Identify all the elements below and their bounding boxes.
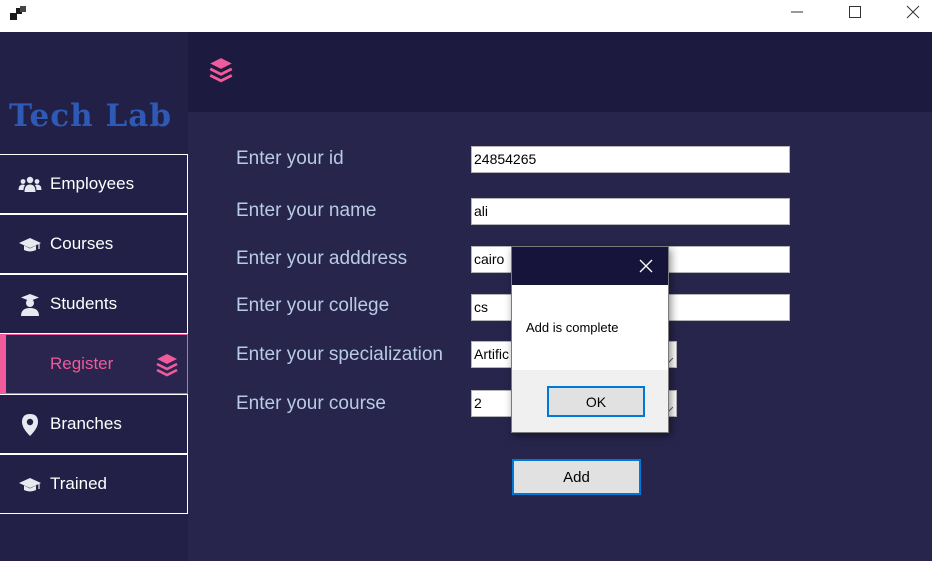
sidebar-item-trained[interactable]: Trained xyxy=(0,454,188,514)
name-input[interactable]: ali xyxy=(471,198,790,225)
sidebar-item-label: Register xyxy=(50,354,114,373)
sidebar-item-branches[interactable]: Branches xyxy=(0,394,188,454)
active-indicator xyxy=(0,335,6,393)
sidebar: Tech Lab Employees Courses Students Regi… xyxy=(0,32,188,561)
ok-button[interactable]: OK xyxy=(547,386,645,417)
dialog-title-bar xyxy=(512,247,668,285)
close-icon[interactable] xyxy=(638,258,654,274)
sidebar-item-label: Employees xyxy=(50,174,135,193)
sidebar-item-courses[interactable]: Courses xyxy=(0,214,188,274)
graduation-cap-icon xyxy=(18,473,42,497)
minimize-icon xyxy=(791,5,803,23)
course-value: 2 xyxy=(474,395,482,411)
sidebar-item-label: Students xyxy=(50,294,118,313)
student-icon xyxy=(18,293,42,317)
message-dialog: Add is complete OK xyxy=(511,246,669,433)
app-logo: Tech Lab xyxy=(9,98,172,134)
id-input[interactable]: 24854265 xyxy=(471,146,790,173)
dialog-body: Add is complete xyxy=(512,285,668,370)
course-label: Enter your course xyxy=(236,393,386,414)
address-label: Enter your adddress xyxy=(236,248,408,269)
location-pin-icon xyxy=(18,413,42,437)
sidebar-item-label: Trained xyxy=(50,474,108,493)
graduation-cap-icon xyxy=(18,233,42,257)
sidebar-item-label: Courses xyxy=(50,234,114,253)
dialog-message: Add is complete xyxy=(526,320,619,335)
layers-icon xyxy=(208,56,234,84)
title-bar xyxy=(0,0,932,32)
people-icon xyxy=(18,173,42,197)
name-label: Enter your name xyxy=(236,200,377,221)
college-label: Enter your college xyxy=(236,295,390,316)
maximize-icon xyxy=(849,5,861,23)
header-bar xyxy=(188,32,932,112)
specialization-value: Artific xyxy=(474,346,509,362)
layers-icon xyxy=(155,352,179,378)
specialization-label: Enter your specialization xyxy=(236,344,443,365)
sidebar-item-label: Branches xyxy=(50,414,122,433)
sidebar-item-employees[interactable]: Employees xyxy=(0,154,188,214)
sidebar-item-students[interactable]: Students xyxy=(0,274,188,334)
id-label: Enter your id xyxy=(236,148,344,169)
minimize-button[interactable] xyxy=(774,0,820,28)
window-close-button[interactable] xyxy=(890,0,932,28)
sidebar-item-register[interactable]: Register xyxy=(0,334,188,394)
close-icon xyxy=(906,5,920,24)
app-icon xyxy=(10,6,26,22)
add-button[interactable]: Add xyxy=(512,459,641,495)
maximize-button[interactable] xyxy=(832,0,878,28)
